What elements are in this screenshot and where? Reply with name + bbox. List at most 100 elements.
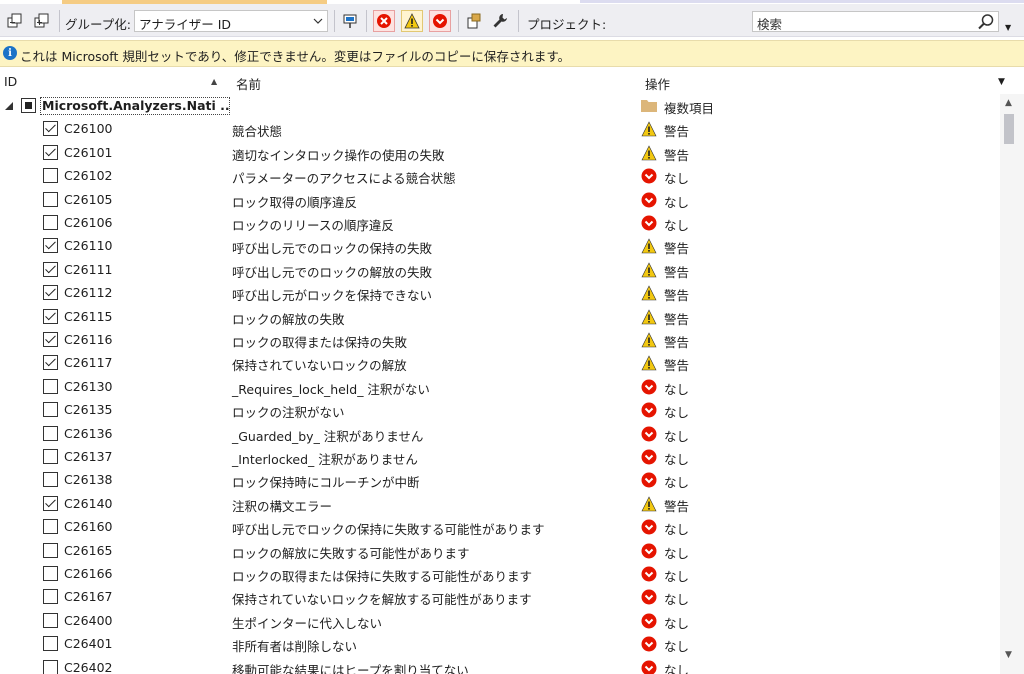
rule-action[interactable]: なし [664, 192, 689, 211]
rule-checkbox[interactable] [43, 425, 58, 441]
rule-checkbox[interactable] [43, 238, 58, 254]
rule-checkbox[interactable] [43, 636, 58, 652]
rule-checkbox[interactable] [43, 402, 58, 418]
expander-icon[interactable] [5, 102, 13, 110]
rule-row[interactable]: C26116 ロックの取得または保持の失敗 警告 [0, 328, 1000, 351]
rule-checkbox[interactable] [43, 308, 58, 324]
group-checkbox[interactable] [21, 98, 36, 113]
rule-checkbox[interactable] [43, 449, 58, 464]
column-dropdown-icon[interactable]: ▼ [998, 77, 1005, 87]
rule-checkbox[interactable] [43, 378, 58, 394]
none-filter-icon[interactable] [429, 10, 451, 32]
rule-action[interactable]: 警告 [664, 121, 689, 140]
rule-row[interactable]: C26402 移動可能な結果にはヒープを割り当てない なし [0, 656, 1000, 674]
search-input[interactable]: 検索 [752, 11, 999, 32]
rule-checkbox[interactable] [43, 332, 58, 347]
rule-action[interactable]: 警告 [664, 332, 689, 351]
rule-action[interactable]: なし [664, 426, 689, 445]
rule-row[interactable]: C26130 _Requires_lock_held_ 注釈がない なし [0, 375, 1000, 398]
project-label: プロジェクト: [527, 17, 607, 32]
rule-checkbox[interactable] [43, 472, 58, 488]
rule-checkbox[interactable] [43, 144, 58, 160]
rule-action[interactable]: なし [664, 589, 689, 608]
column-header-name[interactable]: 名前 [236, 74, 261, 93]
rule-checkbox[interactable] [43, 566, 58, 581]
rule-action[interactable]: なし [664, 566, 689, 585]
rule-checkbox[interactable] [43, 519, 58, 535]
rule-action[interactable]: 警告 [664, 238, 689, 257]
search-icon[interactable] [977, 13, 995, 31]
rule-action[interactable]: なし [664, 660, 689, 674]
rule-row[interactable]: C26160 呼び出し元でロックの保持に失敗する可能性があります なし [0, 515, 1000, 538]
scroll-up-icon[interactable]: ▲ [1005, 98, 1012, 108]
rule-row[interactable]: C26117 保持されていないロックの解放 警告 [0, 351, 1000, 374]
rule-row[interactable]: C26100 競合状態 警告 [0, 117, 1000, 140]
rule-row[interactable]: C26140 注釈の構文エラー 警告 [0, 492, 1000, 515]
rule-action[interactable]: 警告 [664, 145, 689, 164]
copy-ruleset-icon[interactable] [465, 12, 483, 30]
rule-action[interactable]: 警告 [664, 285, 689, 304]
rule-action[interactable]: なし [664, 543, 689, 562]
rule-action[interactable]: なし [664, 402, 689, 421]
rule-row[interactable]: C26105 ロック取得の順序違反 なし [0, 188, 1000, 211]
rule-checkbox[interactable] [43, 191, 58, 207]
rule-checkbox[interactable] [43, 659, 58, 674]
rule-checkbox[interactable] [43, 542, 58, 558]
filter-icon[interactable] [341, 12, 359, 30]
rule-action[interactable]: なし [664, 379, 689, 398]
rule-row[interactable]: C26137 _Interlocked_ 注釈がありません なし [0, 445, 1000, 468]
expand-all-icon[interactable] [6, 12, 24, 30]
rule-row[interactable]: C26101 適切なインタロック操作の使用の失敗 警告 [0, 141, 1000, 164]
scroll-down-icon[interactable]: ▼ [1005, 650, 1012, 660]
rule-checkbox[interactable] [43, 285, 58, 301]
rule-row[interactable]: C26400 生ポインターに代入しない なし [0, 609, 1000, 632]
rule-checkbox[interactable] [43, 168, 58, 184]
rule-row[interactable]: C26165 ロックの解放に失敗する可能性があります なし [0, 539, 1000, 562]
rule-action[interactable]: なし [664, 636, 689, 655]
rule-action[interactable]: 警告 [664, 355, 689, 374]
rule-checkbox[interactable] [43, 215, 58, 230]
rule-row[interactable]: C26112 呼び出し元がロックを保持できない 警告 [0, 281, 1000, 304]
vertical-scrollbar[interactable]: ▲ ▼ [1000, 94, 1024, 674]
rule-action[interactable]: なし [664, 449, 689, 468]
rule-row[interactable]: C26111 呼び出し元でのロックの解放の失敗 警告 [0, 258, 1000, 281]
wrench-icon[interactable] [491, 12, 509, 30]
rule-checkbox[interactable] [43, 121, 58, 137]
rule-action[interactable]: 警告 [664, 309, 689, 328]
rule-checkbox[interactable] [43, 495, 58, 511]
rule-row[interactable]: C26138 ロック保持時にコルーチンが中断 なし [0, 468, 1000, 491]
rule-checkbox[interactable] [43, 261, 58, 277]
rule-checkbox[interactable] [43, 589, 58, 605]
rule-id: C26160 [64, 519, 113, 535]
rule-checkbox[interactable] [43, 612, 58, 628]
rule-action[interactable]: なし [664, 613, 689, 632]
collapse-all-icon[interactable] [33, 12, 51, 30]
rule-action[interactable]: なし [664, 519, 689, 538]
rule-action[interactable]: 警告 [664, 496, 689, 515]
rule-row[interactable]: C26106 ロックのリリースの順序違反 なし [0, 211, 1000, 234]
rule-row[interactable]: C26167 保持されていないロックを解放する可能性があります なし [0, 585, 1000, 608]
rule-action[interactable]: なし [664, 472, 689, 491]
rule-action[interactable]: なし [664, 215, 689, 234]
rule-name: 適切なインタロック操作の使用の失敗 [232, 147, 445, 163]
scrollbar-thumb[interactable] [1004, 114, 1014, 144]
rule-row[interactable]: C26115 ロックの解放の失敗 警告 [0, 305, 1000, 328]
rule-checkbox[interactable] [43, 355, 58, 371]
toolbar-overflow-icon[interactable]: ▼ [1005, 23, 1011, 32]
column-header-action[interactable]: 操作 [645, 74, 670, 93]
rule-row[interactable]: C26135 ロックの注釈がない なし [0, 398, 1000, 421]
error-filter-icon[interactable] [373, 10, 395, 32]
rule-row[interactable]: C26166 ロックの取得または保持に失敗する可能性があります なし [0, 562, 1000, 585]
chevron-down-icon[interactable] [309, 11, 327, 31]
column-header-id[interactable]: ID [4, 74, 17, 89]
rule-row[interactable]: C26136 _Guarded_by_ 注釈がありません なし [0, 422, 1000, 445]
group-action[interactable]: 複数項目 [664, 98, 714, 117]
rule-row[interactable]: C26401 非所有者は削除しない なし [0, 632, 1000, 655]
rule-action[interactable]: 警告 [664, 262, 689, 281]
rule-row[interactable]: C26102 パラメーターのアクセスによる競合状態 なし [0, 164, 1000, 187]
group-row[interactable]: Microsoft.Analyzers.Nati ... 複数項目 [0, 94, 1000, 117]
warning-filter-icon[interactable] [401, 10, 423, 32]
group-by-select[interactable]: アナライザー ID [134, 10, 328, 32]
rule-row[interactable]: C26110 呼び出し元でのロックの保持の失敗 警告 [0, 234, 1000, 257]
rule-action[interactable]: なし [664, 168, 689, 187]
